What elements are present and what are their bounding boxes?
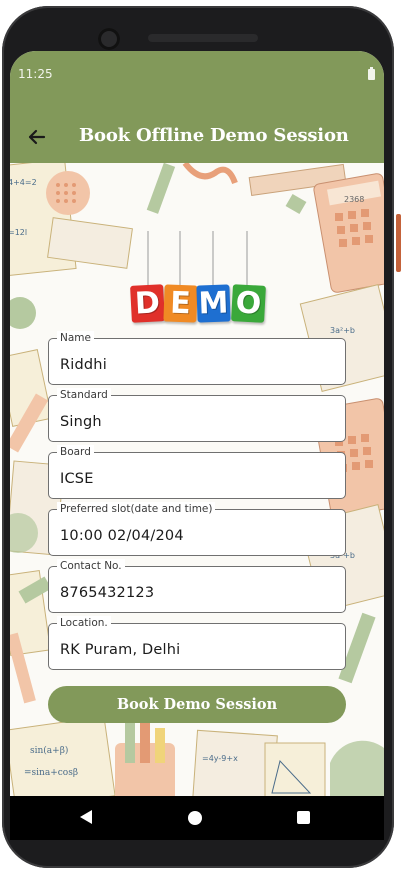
svg-text:=12l: =12l xyxy=(10,228,27,237)
app-bar: 11:25 Book Offline Demo Session xyxy=(10,51,384,163)
location-field-value: RK Puram, Delhi xyxy=(60,642,181,658)
svg-text:4+4=2: 4+4=2 xyxy=(10,178,37,187)
banner-letter-e: E xyxy=(163,284,198,323)
board-field-label: Board xyxy=(57,445,94,459)
status-time: 11:25 xyxy=(18,67,53,81)
location-field[interactable]: Location. RK Puram, Delhi xyxy=(48,616,346,670)
speaker-grille xyxy=(148,34,258,42)
banner-letter-o: O xyxy=(231,284,266,323)
battery-icon xyxy=(368,67,375,80)
contact-number-field[interactable]: Contact No. 8765432123 xyxy=(48,559,346,613)
location-field-label: Location. xyxy=(57,616,111,630)
svg-text:sin(a+β): sin(a+β) xyxy=(30,745,68,756)
demo-banner: D E M O xyxy=(126,231,270,326)
screen: 4+4=2 =12l 2368 3a²+b sin(a+β) =sina+cos… xyxy=(10,51,384,796)
nav-home-icon[interactable] xyxy=(188,811,202,825)
page-title: Book Offline Demo Session xyxy=(79,125,349,146)
back-arrow-icon[interactable] xyxy=(24,123,52,151)
system-nav-bar xyxy=(10,796,384,840)
contact-number-field-value: 8765432123 xyxy=(60,585,155,601)
svg-text:=4y-9+x: =4y-9+x xyxy=(202,754,238,763)
standard-field[interactable]: Standard Singh xyxy=(48,388,346,442)
svg-text:2368: 2368 xyxy=(344,195,364,204)
svg-text:3a²+b: 3a²+b xyxy=(330,326,355,335)
contact-number-field-label: Contact No. xyxy=(57,559,125,573)
preferred-slot-field-value: 10:00 02/04/204 xyxy=(60,528,184,544)
power-button[interactable] xyxy=(396,214,401,272)
svg-text:=sina+cosβ: =sina+cosβ xyxy=(24,768,78,778)
banner-letter-d: D xyxy=(130,284,165,323)
preferred-slot-field-label: Preferred slot(date and time) xyxy=(57,502,216,516)
name-field-value: Riddhi xyxy=(60,357,107,373)
banner-letter-m: M xyxy=(196,284,231,323)
nav-recents-icon[interactable] xyxy=(297,811,310,824)
board-field[interactable]: Board ICSE xyxy=(48,445,346,499)
board-field-value: ICSE xyxy=(60,471,94,487)
name-field-label: Name xyxy=(57,331,94,345)
banner-strings xyxy=(147,231,248,287)
name-field[interactable]: Name Riddhi xyxy=(48,331,346,385)
standard-field-value: Singh xyxy=(60,414,102,430)
preferred-slot-field[interactable]: Preferred slot(date and time) 10:00 02/0… xyxy=(48,502,346,556)
nav-back-icon[interactable] xyxy=(80,810,92,824)
camera-icon xyxy=(98,28,120,50)
standard-field-label: Standard xyxy=(57,388,111,402)
book-demo-session-button[interactable]: Book Demo Session xyxy=(48,686,346,723)
